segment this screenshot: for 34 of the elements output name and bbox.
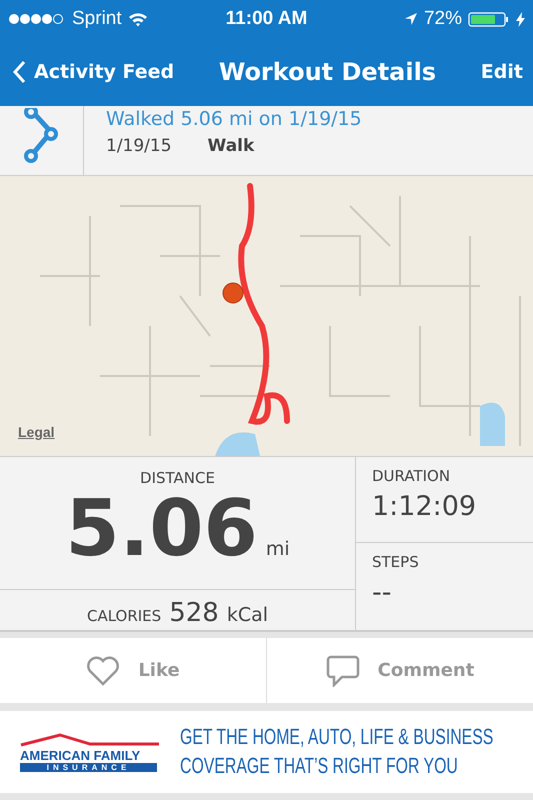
carrier-name: Sprint: [72, 8, 122, 30]
charging-icon: [516, 12, 525, 26]
brand-name: AMERICAN FAMILY: [20, 748, 140, 763]
distance-value: 5.06: [65, 487, 258, 573]
status-time: 11:00 AM: [226, 8, 308, 30]
back-chevron-icon: [12, 60, 26, 84]
ad-banner[interactable]: AMERICAN FAMILY INSURANCE GET THE HOME, AUTO, LIFE & BUSINESS COVERAGE THAT’S RIGHT FOR YOU: [0, 711, 533, 793]
page-title: Workout Details: [218, 58, 436, 86]
distance-label: DISTANCE: [140, 469, 215, 487]
brand-subtitle: INSURANCE: [20, 763, 157, 772]
duration-label: DURATION: [372, 467, 452, 485]
heart-icon: [86, 656, 120, 686]
signal-icon: [8, 13, 66, 25]
workout-type: Walk: [208, 136, 254, 156]
back-button[interactable]: Activity Feed: [12, 60, 174, 84]
calories-value: 528: [169, 598, 219, 628]
steps-value: --: [372, 577, 392, 608]
battery-icon: [468, 12, 510, 26]
edit-button[interactable]: Edit: [480, 61, 523, 83]
distance-unit: mi: [266, 538, 290, 560]
steps-label: STEPS: [372, 553, 420, 571]
wifi-icon: [128, 12, 148, 26]
roof-icon: [20, 732, 160, 748]
ad-headline: GET THE HOME, AUTO, LIFE & BUSINESS: [180, 723, 494, 752]
workout-title[interactable]: Walked 5.06 mi on 1/19/15: [106, 108, 362, 130]
legal-link[interactable]: Legal: [18, 424, 55, 440]
calories-unit: kCal: [226, 604, 268, 626]
duration-value: 1:12:09: [372, 491, 478, 522]
calories-label: CALORIES: [86, 607, 162, 625]
speech-bubble-icon: [326, 654, 360, 686]
location-arrow-icon: [404, 12, 418, 26]
workout-date: 1/19/15: [106, 136, 172, 156]
battery-percent: 72%: [424, 8, 462, 30]
ad-headline: COVERAGE THAT’S RIGHT FOR YOU: [180, 752, 459, 780]
